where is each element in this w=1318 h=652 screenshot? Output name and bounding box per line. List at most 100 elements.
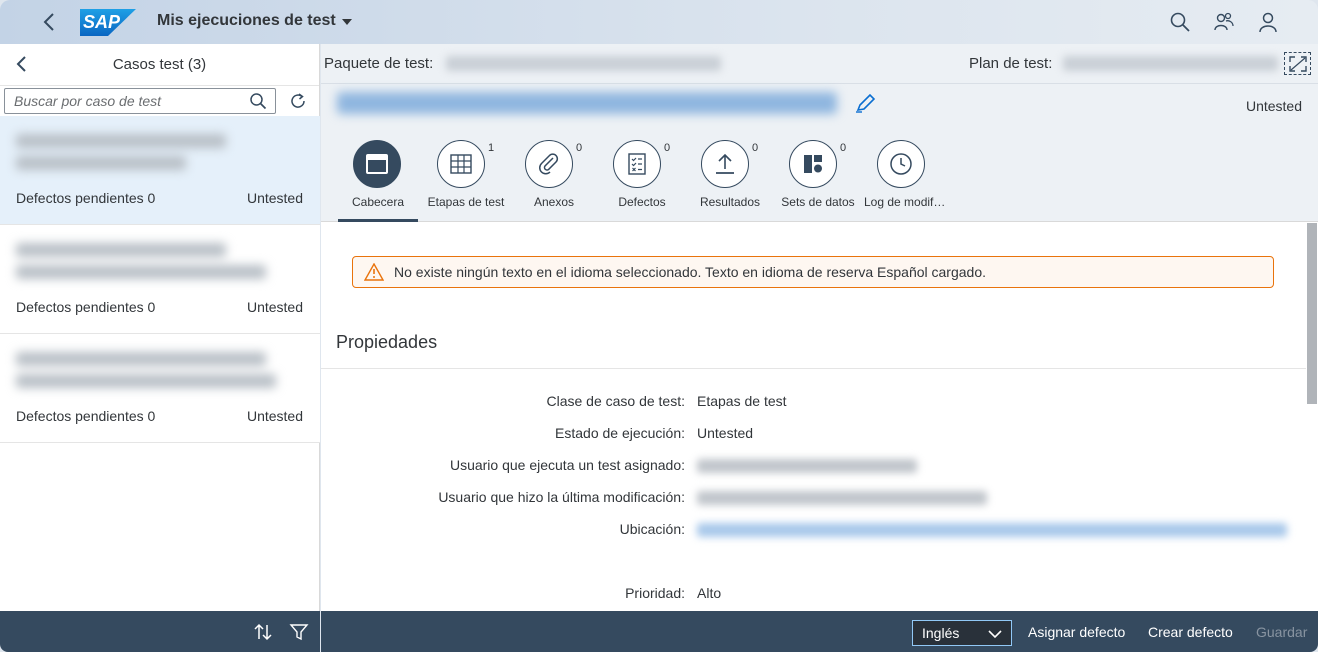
property-row: Ubicación: — [321, 521, 1306, 543]
object-header: Paquete de test: Plan de test: Untested … — [321, 44, 1318, 222]
warning-text: No existe ningún texto en el idioma sele… — [394, 264, 986, 280]
save-button[interactable]: Guardar — [1256, 624, 1307, 640]
redacted-modified-value — [697, 491, 987, 505]
sap-logo-text: SAP — [83, 12, 121, 32]
property-label: Usuario que ejecuta un test asignado: — [449, 457, 685, 473]
property-value: Untested — [697, 425, 754, 441]
icon-tab-bar: Cabecera 1 Etapas de test 0 Anexos 0 Def… — [338, 140, 950, 222]
assign-defect-button[interactable]: Asignar defecto — [1028, 624, 1125, 640]
tab-resultados[interactable]: 0 Resultados — [686, 140, 774, 222]
redacted-package-value — [446, 56, 721, 71]
package-row: Paquete de test: Plan de test: — [321, 44, 1318, 84]
search-row — [0, 86, 320, 116]
search-input[interactable] — [14, 89, 249, 113]
property-row: Prioridad: Alto — [321, 585, 1306, 607]
status-text: Untested — [246, 190, 303, 206]
list-item[interactable]: Defectos pendientes 0 Untested — [0, 116, 320, 225]
property-value: Alto — [697, 585, 722, 601]
tab-anexos[interactable]: 0 Anexos — [510, 140, 598, 222]
property-row: Usuario que ejecuta un test asignado: — [321, 457, 1306, 479]
fullscreen-button[interactable] — [1284, 52, 1311, 75]
refresh-icon[interactable] — [289, 92, 307, 110]
tab-count: 0 — [840, 142, 847, 154]
property-label: Estado de ejecución: — [555, 425, 685, 441]
edit-icon[interactable] — [854, 92, 878, 114]
list-item[interactable]: Defectos pendientes 0 Untested — [0, 225, 320, 334]
caret-down-icon — [341, 19, 352, 25]
scrollbar[interactable] — [1306, 223, 1318, 611]
property-label: Ubicación: — [619, 521, 685, 537]
chevron-down-icon — [987, 626, 1003, 642]
defects-count: Defectos pendientes 0 — [16, 408, 156, 424]
redacted-title — [16, 243, 286, 289]
property-value: Etapas de test — [697, 393, 787, 409]
tab-label: Sets de datos — [781, 195, 855, 209]
status-text: Untested — [246, 408, 303, 424]
shell-bar: SAP Mis ejecuciones de test — [0, 0, 1318, 44]
app-title-menu[interactable]: Mis ejecuciones de test — [157, 12, 352, 30]
master-list-pane: Casos test (3) Defectos pendientes 0 Unt… — [0, 44, 320, 611]
master-header: Casos test (3) — [0, 44, 319, 86]
master-footer — [0, 611, 320, 652]
header-icon — [353, 140, 401, 188]
list-item[interactable]: Defectos pendientes 0 Untested — [0, 334, 320, 443]
tab-count: 0 — [752, 142, 759, 154]
property-row: Usuario que hizo la última modificación: — [321, 489, 1306, 511]
property-row: Clase de caso de test: Etapas de test — [321, 393, 1306, 415]
tab-label: Resultados — [699, 195, 761, 209]
sort-icon[interactable] — [253, 622, 273, 642]
object-status: Untested — [1245, 98, 1302, 114]
clock-icon — [877, 140, 925, 188]
property-label: Clase de caso de test: — [546, 393, 685, 409]
property-row: Estado de ejecución: Untested — [321, 425, 1306, 447]
dataset-icon — [789, 140, 837, 188]
tab-sets-datos[interactable]: 0 Sets de datos — [774, 140, 862, 222]
tab-count: 1 — [488, 142, 495, 154]
property-label: Prioridad: — [625, 585, 685, 601]
tab-label: Anexos — [533, 195, 575, 209]
active-tab-indicator — [338, 219, 418, 222]
back-icon[interactable] — [38, 10, 62, 34]
header-content: No existe ningún texto en el idioma sele… — [321, 223, 1306, 611]
section-title: Propiedades — [336, 332, 438, 352]
language-value: Inglés — [922, 625, 960, 641]
sap-logo[interactable]: SAP — [80, 9, 136, 36]
defects-count: Defectos pendientes 0 — [16, 190, 156, 206]
people-icon[interactable] — [1213, 11, 1235, 33]
tab-etapas[interactable]: 1 Etapas de test — [422, 140, 510, 222]
detail-pane: Paquete de test: Plan de test: Untested … — [321, 44, 1318, 611]
filter-icon[interactable] — [289, 622, 309, 642]
tab-count: 0 — [576, 142, 583, 154]
app-title: Mis ejecuciones de test — [157, 12, 336, 29]
create-defect-button[interactable]: Crear defecto — [1148, 624, 1233, 640]
search-icon[interactable] — [249, 92, 267, 110]
section-divider — [321, 368, 1306, 369]
tab-label: Log de modificaciones — [864, 195, 950, 209]
tab-label: Cabecera — [351, 195, 405, 209]
defects-count: Defectos pendientes 0 — [16, 299, 156, 315]
plan-label: Plan de test: — [969, 55, 1053, 72]
detail-footer: Inglés Asignar defecto Crear defecto Gua… — [321, 611, 1318, 652]
redacted-user-value — [697, 459, 917, 473]
user-icon[interactable] — [1257, 11, 1279, 33]
upload-icon — [701, 140, 749, 188]
search-field[interactable] — [4, 88, 276, 114]
redacted-object-title — [337, 92, 837, 116]
redacted-location-link[interactable] — [697, 523, 1287, 537]
fullscreen-icon — [1288, 55, 1307, 72]
tab-log-modificaciones[interactable]: Log de modificaciones — [862, 140, 950, 222]
tab-label: Etapas de test — [427, 195, 505, 209]
master-title: Casos test (3) — [112, 56, 207, 73]
test-case-list: Defectos pendientes 0 Untested Defectos … — [0, 116, 320, 443]
redacted-title — [16, 134, 286, 180]
warning-icon — [363, 262, 385, 281]
checklist-icon — [613, 140, 661, 188]
table-icon — [437, 140, 485, 188]
language-select[interactable]: Inglés — [912, 620, 1012, 646]
search-icon[interactable] — [1169, 11, 1191, 33]
tab-cabecera[interactable]: Cabecera — [338, 140, 422, 222]
redacted-plan-value — [1063, 56, 1278, 71]
attachment-icon — [525, 140, 573, 188]
tab-defectos[interactable]: 0 Defectos — [598, 140, 686, 222]
scrollbar-thumb[interactable] — [1307, 223, 1317, 404]
